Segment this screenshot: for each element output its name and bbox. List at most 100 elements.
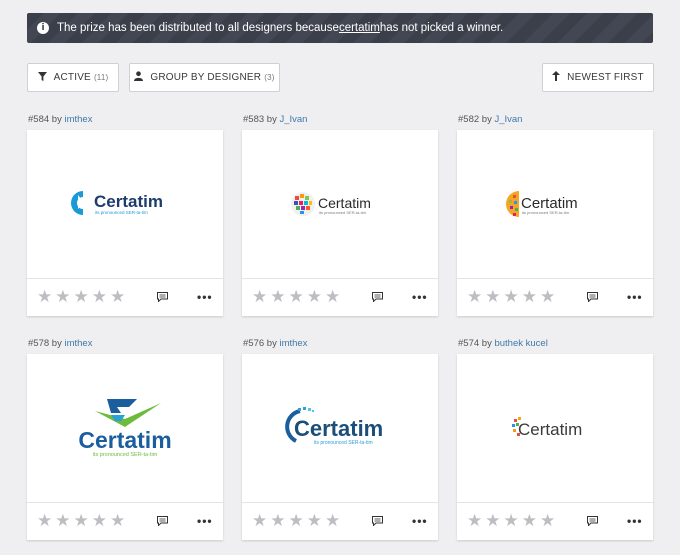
star-icon[interactable]: ★ bbox=[289, 289, 304, 306]
logo-tagline: its pronounced SER-ta-tim bbox=[93, 452, 158, 458]
star-icon[interactable]: ★ bbox=[504, 289, 519, 306]
star-icon[interactable]: ★ bbox=[92, 289, 107, 306]
group-by-designer-count: (3) bbox=[264, 73, 275, 82]
logo-image: Certatim its pronounced SER-ta-tim bbox=[71, 191, 163, 215]
entry-designer-link[interactable]: J_Ivan bbox=[494, 114, 522, 125]
more-options-icon[interactable]: ••• bbox=[197, 290, 213, 304]
entry-by: by bbox=[481, 338, 492, 349]
banner-text-after: has not picked a winner. bbox=[379, 22, 504, 34]
more-options-icon[interactable]: ••• bbox=[627, 514, 643, 528]
star-rating[interactable]: ★ ★ ★ ★ ★ bbox=[37, 513, 125, 530]
star-icon[interactable]: ★ bbox=[504, 513, 519, 530]
star-icon[interactable]: ★ bbox=[92, 513, 107, 530]
entry-card: Certatim ★ ★ ★ ★ ★ ••• bbox=[457, 354, 653, 540]
group-by-designer-button[interactable]: GROUP BY DESIGNER (3) bbox=[129, 63, 280, 92]
star-icon[interactable]: ★ bbox=[74, 289, 89, 306]
logo-image: Certatim its pronounced SER-ta-tim bbox=[291, 192, 371, 216]
star-icon[interactable]: ★ bbox=[540, 289, 555, 306]
entry-footer: ★ ★ ★ ★ ★ ••• bbox=[457, 502, 653, 540]
star-icon[interactable]: ★ bbox=[37, 513, 52, 530]
comment-icon[interactable] bbox=[372, 516, 383, 526]
entry-designer-link[interactable]: J_Ivan bbox=[279, 114, 307, 125]
star-rating[interactable]: ★ ★ ★ ★ ★ bbox=[252, 289, 340, 306]
entry-thumbnail[interactable]: Certatim its pronounced SER-ta-tim bbox=[27, 354, 223, 502]
logo-tagline: its pronounced SER-ta-tim bbox=[319, 210, 367, 215]
star-rating[interactable]: ★ ★ ★ ★ ★ bbox=[252, 513, 340, 530]
star-icon[interactable]: ★ bbox=[307, 513, 322, 530]
more-options-icon[interactable]: ••• bbox=[197, 514, 213, 528]
star-icon[interactable]: ★ bbox=[55, 513, 70, 530]
entry-footer: ★ ★ ★ ★ ★ ••• bbox=[27, 502, 223, 540]
active-filter-count: (11) bbox=[93, 73, 109, 82]
star-rating[interactable]: ★ ★ ★ ★ ★ bbox=[467, 289, 555, 306]
entry-thumbnail[interactable]: Certatim bbox=[457, 354, 653, 502]
star-icon[interactable]: ★ bbox=[110, 289, 125, 306]
entry-id: #584 bbox=[28, 114, 50, 125]
logo-image: Certatim bbox=[512, 417, 582, 439]
comment-icon[interactable] bbox=[587, 292, 598, 302]
star-icon[interactable]: ★ bbox=[74, 513, 89, 530]
star-icon[interactable]: ★ bbox=[110, 513, 125, 530]
sort-newest-first-button[interactable]: NEWEST FIRST bbox=[542, 63, 654, 92]
comment-icon[interactable] bbox=[372, 292, 383, 302]
entry-header: #574 by buthek kucel bbox=[458, 338, 548, 349]
comment-icon[interactable] bbox=[157, 292, 168, 302]
entry-designer-link[interactable]: imthex bbox=[279, 338, 307, 349]
comment-icon[interactable] bbox=[157, 516, 168, 526]
entry-by: by bbox=[51, 114, 62, 125]
star-icon[interactable]: ★ bbox=[540, 513, 555, 530]
comment-icon[interactable] bbox=[587, 516, 598, 526]
entry-card: Certatim its pronounced SER-ta-tim ★ ★ ★… bbox=[242, 354, 438, 540]
star-rating[interactable]: ★ ★ ★ ★ ★ bbox=[37, 289, 125, 306]
star-icon[interactable]: ★ bbox=[522, 513, 537, 530]
entry-thumbnail[interactable]: Certatim its pronounced SER-ta-tim bbox=[457, 130, 653, 278]
banner-contest-link[interactable]: certatim bbox=[339, 22, 380, 34]
star-icon[interactable]: ★ bbox=[485, 289, 500, 306]
entry-thumbnail[interactable]: Certatim its pronounced SER-ta-tim bbox=[242, 130, 438, 278]
star-rating[interactable]: ★ ★ ★ ★ ★ bbox=[467, 513, 555, 530]
star-icon[interactable]: ★ bbox=[37, 289, 52, 306]
banner-text-before: The prize has been distributed to all de… bbox=[57, 22, 339, 34]
entry-footer: ★ ★ ★ ★ ★ ••• bbox=[457, 278, 653, 316]
entry-footer: ★ ★ ★ ★ ★ ••• bbox=[242, 502, 438, 540]
entry-header: #584 by imthex bbox=[28, 114, 92, 125]
star-icon[interactable]: ★ bbox=[252, 513, 267, 530]
entry-designer-link[interactable]: imthex bbox=[64, 114, 92, 125]
star-icon[interactable]: ★ bbox=[522, 289, 537, 306]
more-options-icon[interactable]: ••• bbox=[412, 290, 428, 304]
star-icon[interactable]: ★ bbox=[55, 289, 70, 306]
star-icon[interactable]: ★ bbox=[252, 289, 267, 306]
entry-designer-link[interactable]: buthek kucel bbox=[494, 338, 547, 349]
star-icon[interactable]: ★ bbox=[467, 513, 482, 530]
star-icon[interactable]: ★ bbox=[467, 289, 482, 306]
logo-tagline: its pronounced SER-ta-tim bbox=[314, 440, 373, 446]
star-icon[interactable]: ★ bbox=[325, 289, 340, 306]
star-icon[interactable]: ★ bbox=[270, 513, 285, 530]
active-filter-button[interactable]: ACTIVE (11) bbox=[27, 63, 119, 92]
entry-header: #576 by imthex bbox=[243, 338, 307, 349]
logo-wordmark: Certatim bbox=[94, 192, 163, 211]
entry-card: Certatim its pronounced SER-ta-tim ★ ★ ★… bbox=[242, 130, 438, 316]
more-options-icon[interactable]: ••• bbox=[627, 290, 643, 304]
star-icon[interactable]: ★ bbox=[270, 289, 285, 306]
star-icon[interactable]: ★ bbox=[289, 513, 304, 530]
logo-image: Certatim its pronounced SER-ta-tim bbox=[506, 191, 578, 217]
entry-thumbnail[interactable]: Certatim its pronounced SER-ta-tim bbox=[242, 354, 438, 502]
entry-thumbnail[interactable]: Certatim its pronounced SER-ta-tim bbox=[27, 130, 223, 278]
logo-wordmark: Certatim bbox=[294, 416, 383, 441]
star-icon[interactable]: ★ bbox=[325, 513, 340, 530]
arrow-up-icon bbox=[552, 71, 561, 84]
filter-icon bbox=[37, 71, 47, 84]
entry-by: by bbox=[266, 114, 277, 125]
entry-header: #582 by J_Ivan bbox=[458, 114, 522, 125]
active-filter-label: ACTIVE bbox=[53, 72, 91, 83]
more-options-icon[interactable]: ••• bbox=[412, 514, 428, 528]
logo-wordmark: Certatim bbox=[318, 195, 371, 211]
entry-by: by bbox=[266, 338, 277, 349]
star-icon[interactable]: ★ bbox=[307, 289, 322, 306]
notice-banner: i The prize has been distributed to all … bbox=[27, 13, 653, 43]
star-icon[interactable]: ★ bbox=[485, 513, 500, 530]
entry-id: #576 bbox=[243, 338, 265, 349]
entry-designer-link[interactable]: imthex bbox=[64, 338, 92, 349]
logo-wordmark: Certatim bbox=[518, 420, 582, 439]
